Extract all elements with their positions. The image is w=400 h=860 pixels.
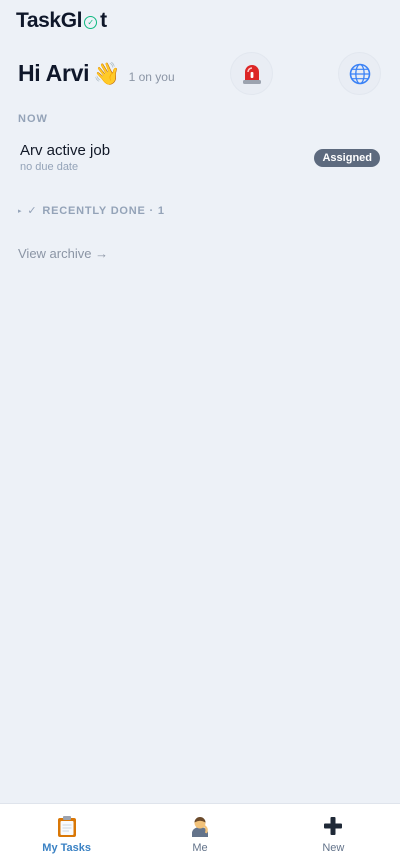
nav-label-my-tasks: My Tasks bbox=[42, 842, 92, 854]
section-now-label: NOW bbox=[18, 113, 48, 125]
view-archive-link[interactable]: View archive → bbox=[18, 246, 108, 261]
siren-icon bbox=[242, 64, 261, 84]
language-button[interactable] bbox=[338, 52, 381, 95]
task-row[interactable]: Arv active job no due date Assigned bbox=[20, 142, 380, 178]
globe-icon bbox=[349, 63, 370, 84]
check-icon: ✓ bbox=[27, 205, 38, 217]
clipboard-icon bbox=[57, 814, 77, 838]
app-root: TaskGl ✓ t Hi Arvi 👋 1 on you NOW Arv ac… bbox=[0, 0, 400, 860]
brand-text-end: t bbox=[100, 9, 107, 32]
wave-emoji-icon: 👋 bbox=[93, 60, 121, 86]
brand-text-start: TaskGl bbox=[16, 9, 83, 32]
greeting: Hi Arvi 👋 1 on you bbox=[18, 60, 175, 87]
brand-logo: TaskGl ✓ t bbox=[16, 9, 107, 33]
nav-label-me: Me bbox=[192, 842, 208, 854]
greeting-title: Hi Arvi bbox=[18, 60, 90, 86]
person-icon bbox=[189, 814, 211, 838]
brand-check-icon: ✓ bbox=[84, 16, 98, 29]
plus-icon bbox=[323, 814, 343, 838]
recently-done-toggle[interactable]: ▸ ✓ RECENTLY DONE · 1 bbox=[18, 204, 165, 218]
nav-me[interactable]: Me bbox=[133, 804, 266, 860]
caret-right-icon: ▸ bbox=[18, 207, 23, 215]
siren-button[interactable] bbox=[230, 52, 273, 95]
status-badge: Assigned bbox=[314, 149, 380, 167]
bottom-nav: My Tasks Me New bbox=[0, 803, 400, 860]
recently-done-label: RECENTLY DONE · 1 bbox=[42, 204, 165, 217]
nav-label-new: New bbox=[322, 842, 345, 854]
greeting-subtitle: 1 on you bbox=[128, 69, 175, 84]
nav-new[interactable]: New bbox=[267, 804, 400, 860]
nav-my-tasks[interactable]: My Tasks bbox=[0, 804, 133, 860]
